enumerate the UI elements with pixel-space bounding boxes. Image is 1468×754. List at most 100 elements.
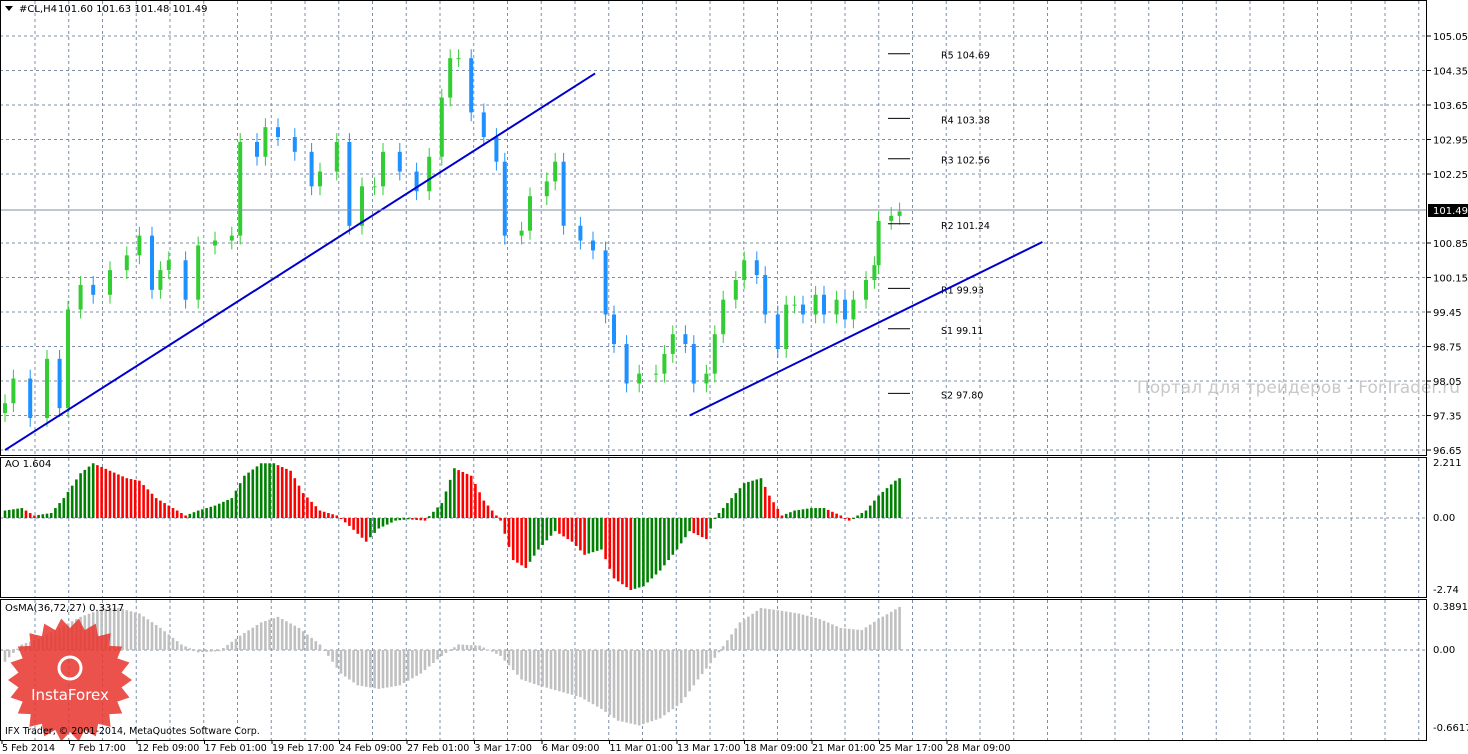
candle-body (670, 334, 675, 354)
osma-bar (814, 617, 817, 650)
pivot-level-label: R3 102.56 (941, 156, 990, 167)
chart-symbol: #CL,H4 (19, 4, 57, 15)
ao-bar (461, 471, 465, 518)
osma-bar (826, 622, 830, 650)
osma-bar (831, 624, 834, 650)
osma-bar (423, 650, 427, 671)
osma-bar (847, 628, 851, 650)
osma-bar (398, 650, 402, 686)
osma-bar (801, 614, 805, 650)
osma-bar (650, 650, 654, 722)
ao-bar (37, 514, 40, 518)
ao-bar (793, 510, 796, 518)
osma-bar (306, 634, 309, 650)
ao-bar (868, 505, 872, 518)
osma-bar (394, 650, 397, 687)
osma-bar (440, 650, 444, 656)
copyright-text: IFX Trader, © 2001-2014, MetaQuotes Soft… (5, 726, 260, 737)
ao-bar (133, 479, 137, 518)
osma-bar (444, 650, 448, 653)
osma-bar (885, 614, 889, 650)
ao-bar (663, 518, 666, 566)
time-axis[interactable]: 5 Feb 2014 7 Feb 17:00 12 Feb 09:00 17 Feb … (1, 740, 1010, 754)
ao-bar (356, 518, 360, 534)
ao-bar (688, 518, 691, 532)
candle-body (347, 141, 352, 226)
ao-bar (154, 498, 158, 518)
osma-bar (663, 650, 666, 716)
candle-body (318, 171, 322, 187)
osma-bar (419, 650, 423, 674)
ao-bar (406, 518, 410, 520)
pivot-level-label: R1 99.93 (941, 285, 984, 296)
ao-bar (289, 470, 292, 518)
ao-bar (159, 500, 162, 518)
candle-body (544, 181, 549, 197)
osma-bar (671, 650, 675, 710)
ao-bar (448, 479, 452, 518)
ao-bar (495, 515, 498, 518)
candle-body (469, 58, 474, 113)
osma-bar (696, 650, 700, 680)
ao-bar (41, 514, 45, 518)
candle-body (45, 358, 49, 418)
candle-body (792, 304, 797, 306)
ao-bar (129, 479, 133, 518)
osma-bar (377, 650, 381, 689)
osma-bar (822, 620, 826, 650)
ao-bar (192, 512, 196, 518)
osma-bar (528, 650, 532, 683)
time-tick-label: 12 Feb 09:00 (137, 743, 199, 754)
osma-bar (373, 650, 376, 689)
candle-body (334, 141, 339, 172)
osma-bar (276, 616, 280, 650)
ao-bar (301, 493, 305, 518)
ao-bar (12, 509, 15, 518)
osma-bar (112, 608, 116, 650)
osma-bar (742, 619, 746, 650)
candle-body (448, 58, 453, 98)
ao-bar (574, 518, 578, 547)
candle-body (813, 294, 818, 315)
candle-body (704, 373, 709, 384)
candle-body (553, 161, 558, 182)
candle-body (637, 373, 642, 384)
osma-bar (646, 650, 649, 723)
ao-bar (839, 515, 843, 518)
osma-bar (482, 647, 486, 650)
osma-bar (264, 620, 267, 650)
ao-bar (402, 518, 406, 520)
osma-bar (583, 650, 586, 700)
ao-bar (818, 508, 822, 518)
osma-bar (16, 648, 19, 650)
trading-chart[interactable]: Портал для трейдеров - ForTrader.ru R5 1… (0, 0, 1468, 754)
candle-body (872, 265, 877, 280)
ao-bar (763, 486, 767, 518)
ao-bar (91, 463, 95, 518)
ao-bar (499, 518, 502, 521)
ao-bar (331, 514, 334, 518)
ao-bar (469, 475, 473, 518)
price-tick-label: 100.15 (1433, 274, 1468, 285)
ao-bar (646, 518, 649, 583)
ao-bar (180, 513, 183, 518)
ao-bar (243, 475, 246, 518)
candle-body (528, 196, 532, 231)
osma-bar (730, 634, 733, 650)
candle-body (255, 141, 259, 157)
candle-body (612, 314, 616, 345)
osma-bar (352, 650, 355, 683)
candle-body (851, 299, 856, 320)
candle-body (276, 127, 280, 138)
candle-body (137, 235, 142, 256)
ao-bar (415, 518, 418, 520)
osma-bar (243, 632, 246, 650)
ao-bar (175, 510, 179, 518)
osma-bar (331, 650, 334, 662)
osma-bar (503, 650, 507, 661)
osma-bar (684, 650, 687, 698)
osma-bar (343, 650, 347, 677)
ao-bar (625, 518, 628, 588)
ao-bar (87, 466, 91, 518)
osma-bar (789, 612, 792, 650)
